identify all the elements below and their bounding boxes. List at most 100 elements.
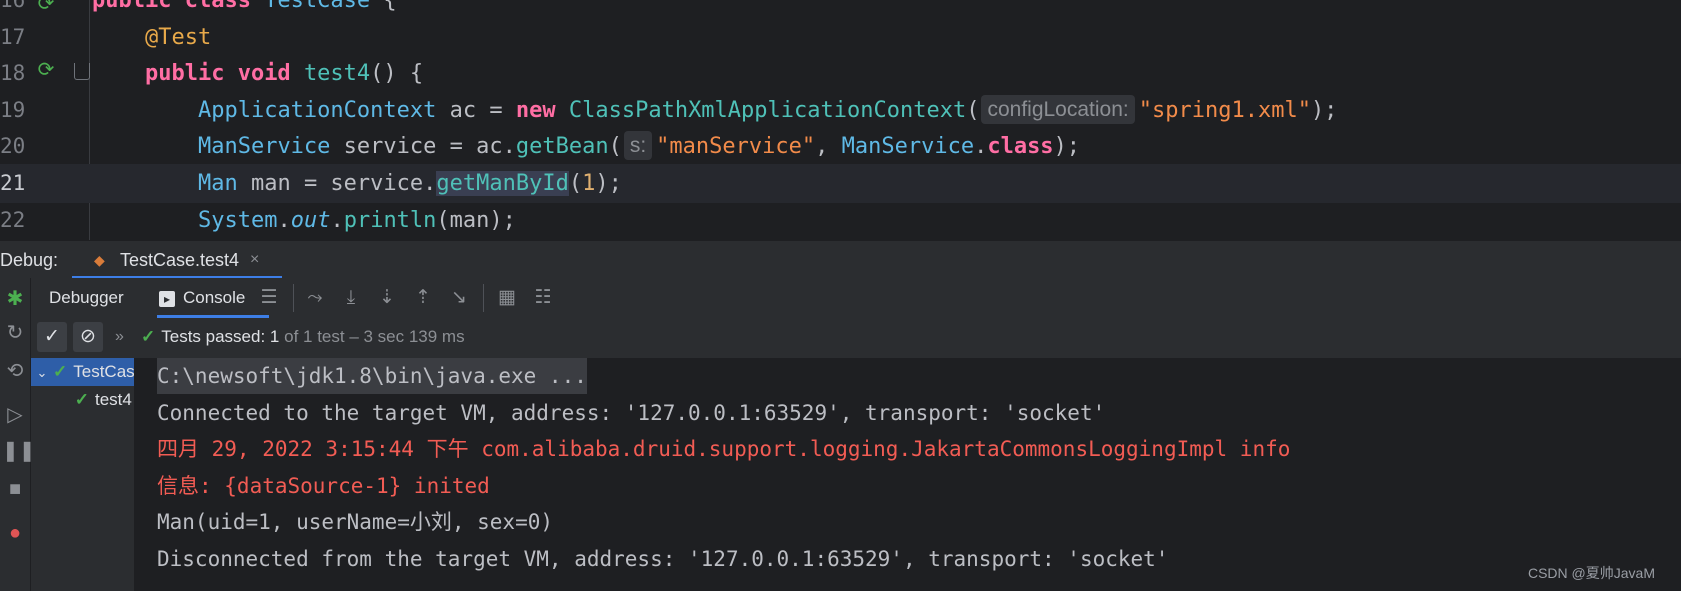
show-passed-button[interactable]: ✓ [37,322,67,352]
console-line: Man(uid=1, userName=小刘, sex=0) [157,510,554,534]
code-token: ); [1310,97,1338,123]
console-line: C:\newsoft\jdk1.8\bin\java.exe ... [157,358,587,394]
bug-icon[interactable]: ✱ [2,286,28,312]
resume-icon[interactable]: ▷ [2,402,28,428]
code-token: { [370,0,397,13]
line-number[interactable]: 20 [0,127,26,166]
code-token: man = service. [237,171,437,196]
fold-icon[interactable] [74,63,90,80]
run-to-cursor-icon[interactable]: ↘ [447,286,471,310]
tree-item-label: test4 [95,390,132,409]
stop-icon[interactable]: ■ [2,476,28,502]
code-token: ManService [197,134,331,160]
debug-tool-window-header: Debug: ◆ TestCase.test4 × [0,240,1681,279]
code-token: public void [144,61,304,87]
parameter-hint: configLocation: [981,94,1135,124]
code-token: ); [1053,134,1081,160]
show-ignored-button[interactable]: ⊘ [73,322,103,352]
code-line[interactable]: 22 System.out.println(man); [0,201,1681,240]
tab-console-label: Console [183,288,246,307]
tab-console[interactable]: ▸ Console [157,278,269,318]
breakpoints-icon[interactable]: ● [2,520,28,546]
code-text: ApplicationContext ac = new ClassPathXml… [92,91,1337,130]
code-text: @Test [92,18,211,57]
passed-check-icon: ✓ [74,390,89,409]
code-editor[interactable]: 16 public class TestCase {17 @Test 18 publ… [0,0,1681,256]
toolbar-separator [483,284,484,312]
tree-item-label: TestCase [73,362,135,381]
status-duration: – 3 sec 139 ms [344,327,465,346]
menu-icon[interactable]: ☰ [257,286,281,310]
pause-icon[interactable]: ❚❚ [2,438,36,464]
code-token: getManById [436,171,569,196]
line-number[interactable]: 18 [0,54,26,93]
line-number[interactable]: 17 [0,18,26,57]
run-class-icon[interactable]: ⟳ [34,0,58,16]
code-token: ApplicationContext [197,97,437,123]
tab-debugger[interactable]: Debugger [49,278,124,318]
code-line[interactable]: 20 ManService service = ac.getBean(s: "ma… [0,127,1681,166]
close-tab-icon[interactable]: × [250,241,259,279]
more-icon[interactable]: » [115,318,124,356]
code-token: Man [197,171,238,196]
code-token: test4 [303,61,371,87]
code-token: 1 [582,171,596,196]
debug-label: Debug: [0,250,59,270]
tests-passed-status: ✓ Tests passed: 1 of 1 test – 3 sec 139 m… [141,318,465,356]
code-token: ClassPathXmlApplicationContext [568,97,967,123]
step-into-icon[interactable]: ⇣ [375,286,399,310]
rerun-icon[interactable]: ↻ [2,320,28,346]
show-execution-point-icon[interactable]: ⤳ [303,286,327,310]
debug-toolbar: Debugger ▸ Console ☰ ⤳ ⤓ ⇣ ⇡ ↘ ▦ ☷ [31,278,1681,319]
line-number[interactable]: 22 [0,201,26,240]
tree-item-test4[interactable]: ✓ test4 [31,386,134,414]
line-number[interactable]: 19 [0,91,26,130]
code-token: ac = [436,97,516,123]
code-token: class [987,134,1054,160]
run-tab-label: TestCase.test4 [120,250,240,270]
code-token: , [815,134,842,160]
code-token: @Test [144,24,212,50]
code-token: . [277,207,291,233]
console-output[interactable]: C:\newsoft\jdk1.8\bin\java.exe ... Connec… [135,358,1681,591]
code-line[interactable]: 18 public void test4() { [0,54,1681,93]
code-token: () { [370,61,424,87]
code-token: ( [608,134,622,160]
status-prefix: Tests passed: [161,327,270,346]
trace-icon[interactable]: ☷ [531,286,555,310]
evaluate-expression-icon[interactable]: ▦ [495,286,519,310]
code-line[interactable]: 17 @Test [0,18,1681,57]
code-token: . [330,207,344,233]
status-count: 1 [269,327,280,346]
step-out-icon[interactable]: ⇡ [411,286,435,310]
run-test-icon[interactable]: ⟳ [34,58,58,82]
console-line: Connected to the target VM, address: '12… [157,400,1106,425]
debug-side-toolbar: ✱ ↻ ⟲ ▷ ❚❚ ■ ● [0,278,36,591]
code-token: service = ac. [330,134,516,160]
code-text: public void test4() { [92,54,423,93]
code-token: new [515,97,569,123]
run-configuration-tab[interactable]: ◆ TestCase.test4 × [72,241,282,279]
step-over-icon[interactable]: ⤓ [339,286,363,310]
code-line[interactable]: 21 Man man = service.getManById(1); [0,164,1681,203]
passed-check-icon: ✓ [53,362,68,381]
passed-check-icon: ✓ [141,327,156,346]
toolbar-separator [293,284,294,312]
chevron-down-icon[interactable]: ⌄ [31,359,53,387]
tree-item-testcase[interactable]: ⌄✓ TestCase [31,358,134,386]
line-number[interactable]: 21 [0,164,26,203]
test-tree: ⌄✓TestCase ✓test4 [31,358,135,591]
restore-layout-icon[interactable]: ⟲ [2,358,28,384]
code-line[interactable]: 19 ApplicationContext ac = new ClassPath… [0,91,1681,130]
console-icon: ▸ [159,291,175,307]
code-token: System [197,207,278,233]
code-token: public class [92,0,265,13]
parameter-hint: s: [623,131,653,161]
code-token: ( [568,171,583,196]
code-token: "manService" [656,134,816,160]
code-token: getBean [515,134,609,160]
